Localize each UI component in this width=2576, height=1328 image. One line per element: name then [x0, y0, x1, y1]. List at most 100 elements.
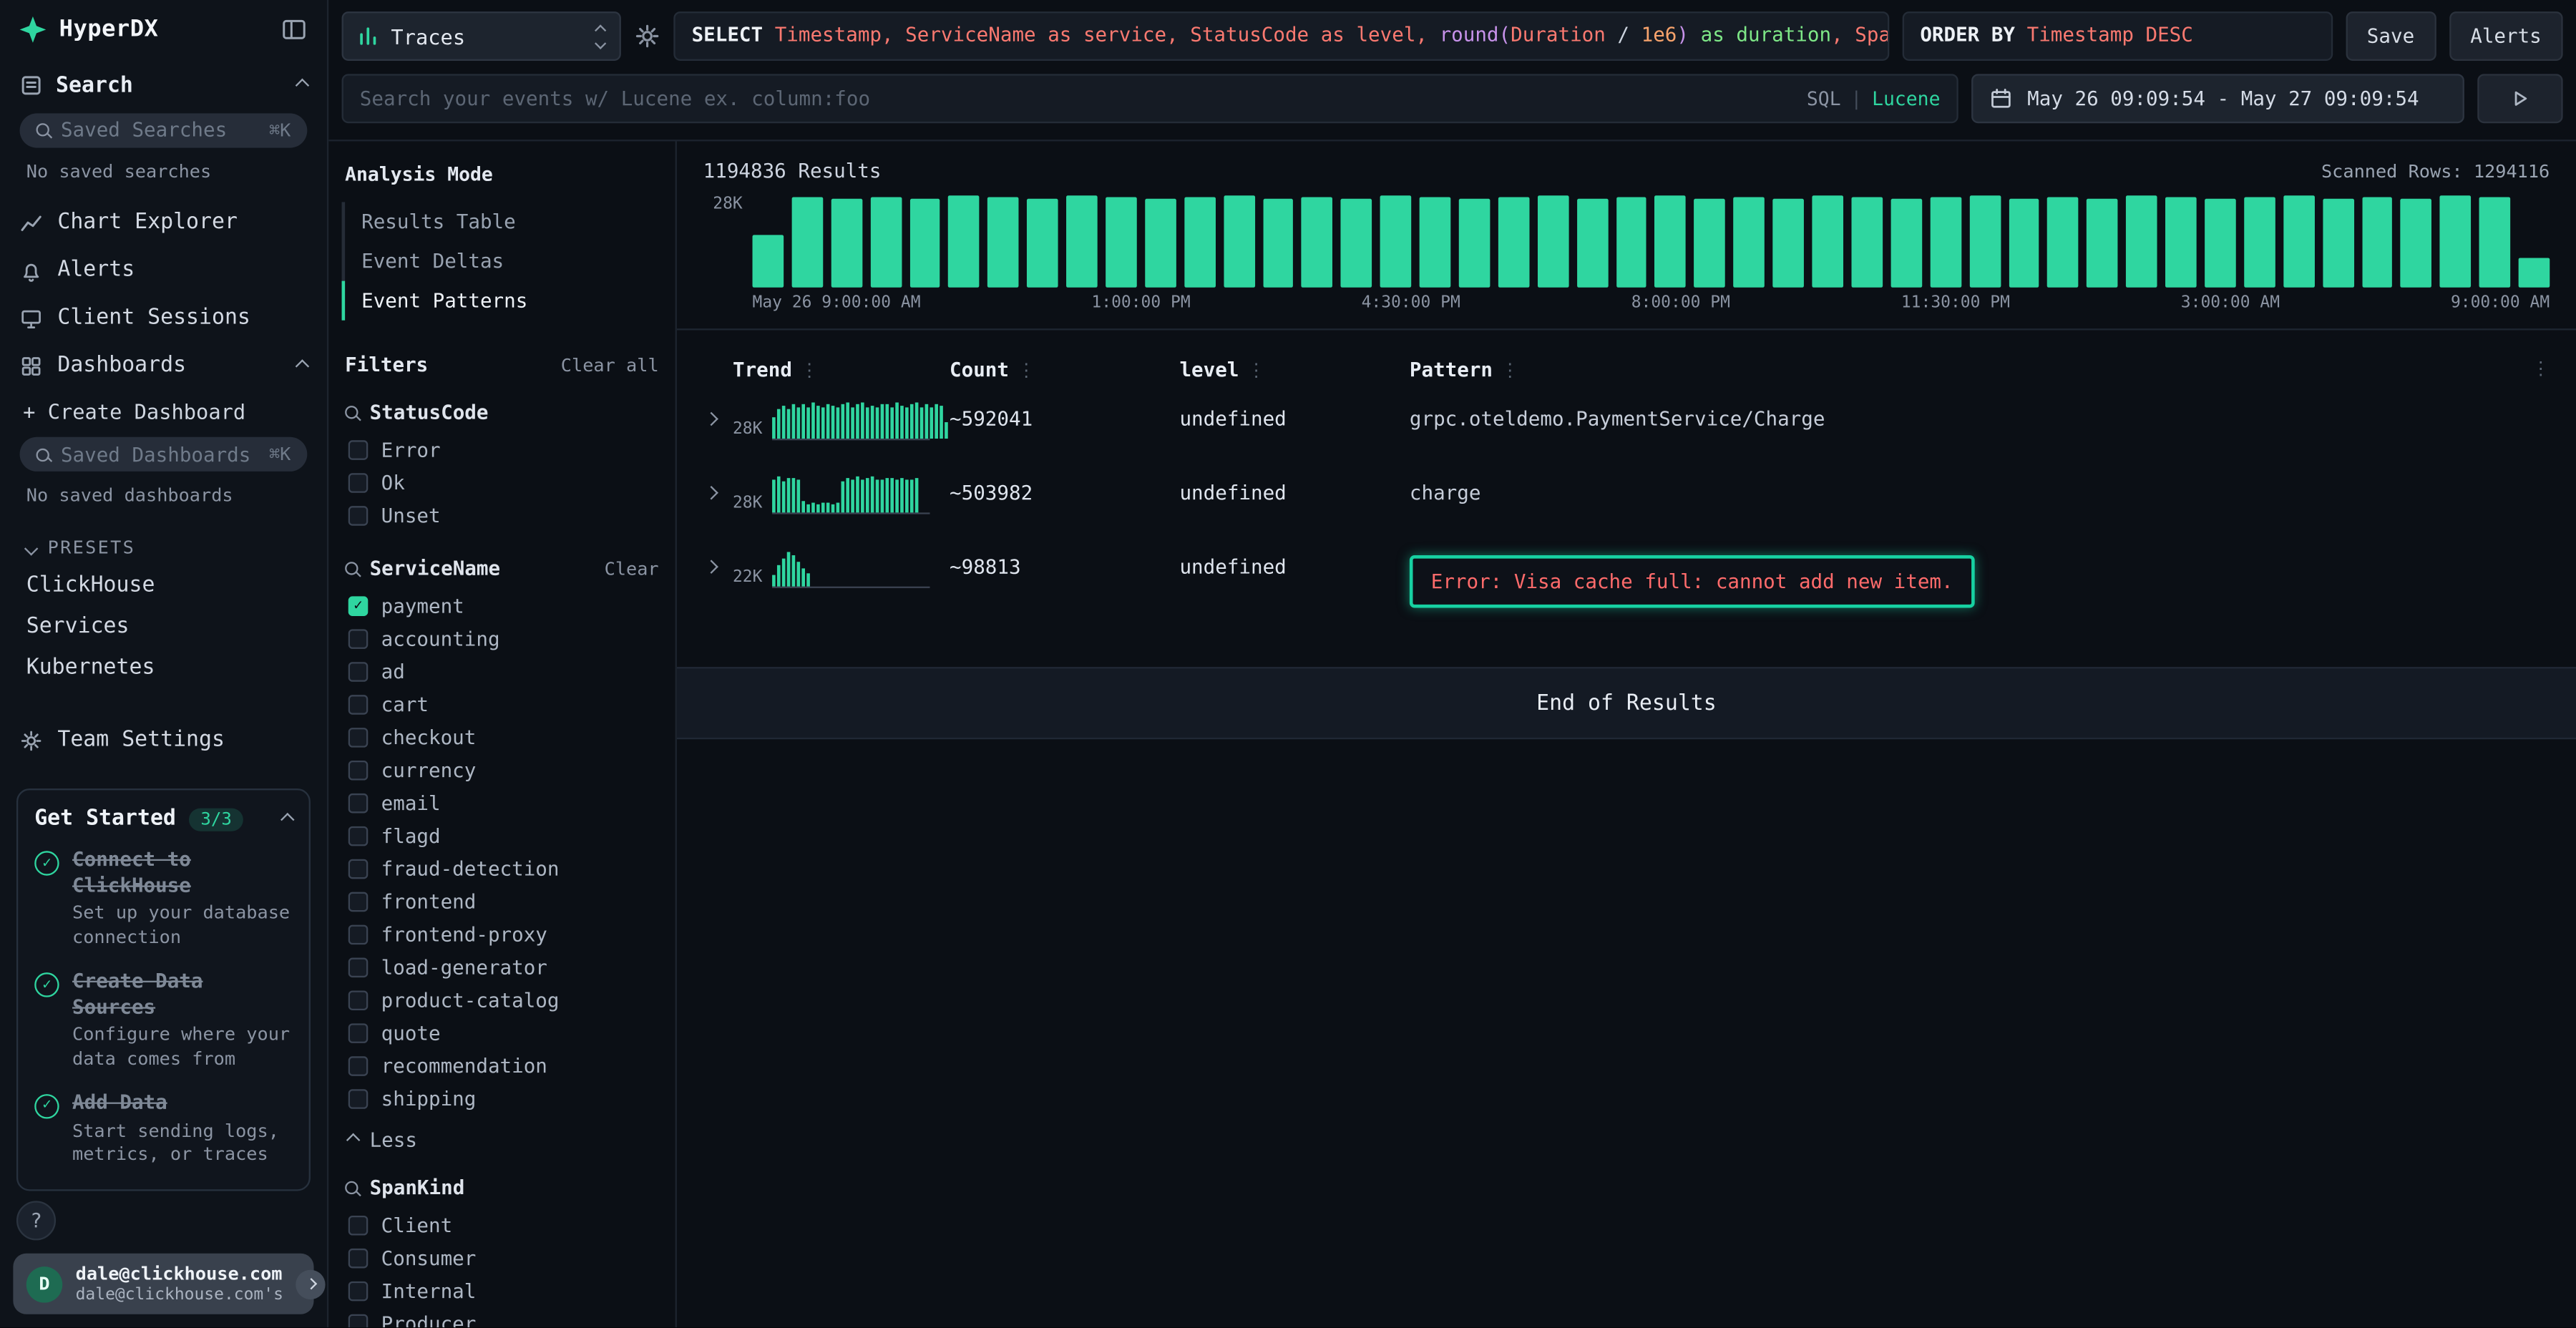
sidebar-section-search[interactable]: Search — [0, 59, 327, 109]
checkbox-unchecked[interactable] — [348, 1314, 369, 1327]
sidebar-item-team-settings[interactable]: Team Settings — [0, 712, 327, 769]
histogram-bar[interactable] — [1302, 197, 1332, 288]
checkbox-unchecked[interactable] — [348, 859, 369, 879]
sidebar-preset-services[interactable]: Services — [0, 607, 327, 648]
source-select[interactable]: Traces — [342, 11, 621, 61]
sidebar-preset-kubernetes[interactable]: Kubernetes — [0, 648, 327, 688]
row-expand-icon[interactable] — [704, 412, 718, 426]
checkbox-unchecked[interactable] — [348, 1216, 369, 1236]
histogram-bar[interactable] — [2205, 199, 2235, 288]
histogram-bar[interactable] — [2244, 197, 2275, 288]
histogram-bar[interactable] — [1498, 197, 1529, 288]
event-search-input[interactable] — [360, 87, 1794, 110]
histogram-bar[interactable] — [1930, 197, 1961, 288]
checkbox-unchecked[interactable] — [348, 958, 369, 978]
filter-option-currency[interactable]: currency — [342, 754, 663, 787]
checkbox-unchecked[interactable] — [348, 1023, 369, 1043]
sidebar-item-chart-explorer[interactable]: Chart Explorer — [0, 199, 327, 247]
checkbox-unchecked[interactable] — [348, 1249, 369, 1269]
presets-toggle[interactable]: PRESETS — [0, 523, 327, 566]
filter-option-accounting[interactable]: accounting — [342, 622, 663, 655]
histogram-bar[interactable] — [1027, 199, 1058, 288]
column-menu-icon[interactable]: ⋮ — [800, 359, 818, 381]
analysis-mode-event-patterns[interactable]: Event Patterns — [342, 281, 663, 321]
checkbox-unchecked[interactable] — [348, 506, 369, 526]
histogram-bar[interactable] — [1969, 195, 2000, 288]
histogram-bar[interactable] — [1851, 197, 1882, 288]
checkbox-unchecked[interactable] — [348, 1089, 369, 1109]
pattern-row[interactable]: 22K~98813undefinedError: Visa cache full… — [703, 549, 2550, 608]
user-menu[interactable]: D dale@clickhouse.com dale@clickhouse.co… — [13, 1254, 313, 1314]
event-search-box[interactable]: SQL | Lucene — [342, 74, 1958, 123]
histogram-bar[interactable] — [909, 199, 940, 288]
histogram-bar[interactable] — [2165, 197, 2196, 288]
pattern-row[interactable]: 28K~503982undefinedcharge — [703, 475, 2550, 526]
filter-option-ok[interactable]: Ok — [342, 467, 663, 499]
histogram-bar[interactable] — [2009, 199, 2039, 288]
checkbox-unchecked[interactable] — [348, 440, 369, 460]
histogram-bar[interactable] — [2479, 197, 2510, 288]
run-query-button[interactable] — [2477, 74, 2562, 123]
checkbox-unchecked[interactable] — [348, 629, 369, 649]
histogram-bar[interactable] — [2440, 195, 2471, 288]
filter-option-load-generator[interactable]: load-generator — [342, 951, 663, 984]
get-started-header[interactable]: Get Started 3/3 — [34, 807, 292, 831]
checkbox-unchecked[interactable] — [348, 794, 369, 814]
row-expand-icon[interactable] — [704, 486, 718, 499]
filter-option-ad[interactable]: ad — [342, 655, 663, 688]
histogram-bar[interactable] — [2361, 197, 2392, 288]
filter-option-frontend-proxy[interactable]: frontend-proxy — [342, 918, 663, 951]
checkbox-unchecked[interactable] — [348, 695, 369, 715]
checkbox-unchecked[interactable] — [348, 761, 369, 781]
histogram-bar[interactable] — [1734, 197, 1765, 288]
checkbox-checked[interactable]: ✓ — [348, 596, 369, 616]
histogram-bar[interactable] — [1773, 199, 1804, 288]
checkbox-unchecked[interactable] — [348, 1056, 369, 1076]
saved-searches-input[interactable]: Saved Searches ⌘K — [20, 113, 308, 148]
histogram-bar[interactable] — [2126, 195, 2157, 288]
sidebar-collapse-icon[interactable] — [281, 16, 308, 43]
histogram-bar[interactable] — [2087, 199, 2117, 288]
histogram-bar[interactable] — [831, 199, 862, 288]
sidebar-item-dashboards[interactable]: Dashboards — [0, 342, 327, 390]
histogram-bar[interactable] — [1380, 195, 1411, 288]
chevron-right-icon[interactable] — [296, 1269, 325, 1299]
filter-option-client[interactable]: Client — [342, 1209, 663, 1242]
sidebar-item-alerts[interactable]: Alerts — [0, 246, 327, 294]
sql-query-editor[interactable]: SELECT Timestamp, ServiceName as service… — [673, 11, 1888, 61]
filter-option-producer[interactable]: Producer — [342, 1308, 663, 1328]
histogram-bar[interactable] — [988, 197, 1019, 288]
filter-option-flagd[interactable]: flagd — [342, 820, 663, 853]
histogram-bar[interactable] — [2519, 258, 2550, 287]
histogram-bar[interactable] — [753, 235, 784, 287]
histogram-bar[interactable] — [870, 197, 901, 288]
show-less-button[interactable]: Less — [348, 1128, 659, 1151]
column-header-trend[interactable]: Trend⋮ — [733, 358, 950, 381]
source-settings-gear-icon[interactable] — [634, 23, 660, 49]
histogram-bar[interactable] — [1263, 199, 1294, 288]
filter-option-frontend[interactable]: frontend — [342, 886, 663, 919]
checkbox-unchecked[interactable] — [348, 662, 369, 682]
date-range-picker[interactable]: May 26 09:09:54 - May 27 09:09:54 — [1971, 74, 2464, 123]
histogram-bar[interactable] — [1890, 199, 1921, 288]
sql-mode-button[interactable]: SQL — [1807, 87, 1841, 110]
column-menu-icon[interactable]: ⋮ — [1017, 359, 1035, 381]
histogram-bar[interactable] — [791, 197, 822, 288]
histogram-bar[interactable] — [1459, 199, 1490, 288]
create-dashboard-button[interactable]: + Create Dashboard — [0, 389, 327, 434]
filter-option-checkout[interactable]: checkout — [342, 721, 663, 754]
filter-option-consumer[interactable]: Consumer — [342, 1242, 663, 1275]
column-header-count[interactable]: Count⋮ — [950, 358, 1179, 381]
histogram-bar[interactable] — [1576, 199, 1607, 288]
clear-all-filters-button[interactable]: Clear all — [561, 355, 659, 376]
filter-option-product-catalog[interactable]: product-catalog — [342, 984, 663, 1017]
filter-option-recommendation[interactable]: recommendation — [342, 1050, 663, 1083]
column-header-pattern[interactable]: Pattern⋮ — [1410, 358, 2550, 381]
histogram-bar[interactable] — [1066, 195, 1097, 288]
row-expand-icon[interactable] — [704, 560, 718, 573]
save-button[interactable]: Save — [2346, 11, 2436, 61]
analysis-mode-results-table[interactable]: Results Table — [342, 202, 663, 241]
column-header-level[interactable]: level⋮ — [1179, 358, 1409, 381]
clear-filter-button[interactable]: Clear — [605, 557, 659, 579]
checkbox-unchecked[interactable] — [348, 473, 369, 493]
